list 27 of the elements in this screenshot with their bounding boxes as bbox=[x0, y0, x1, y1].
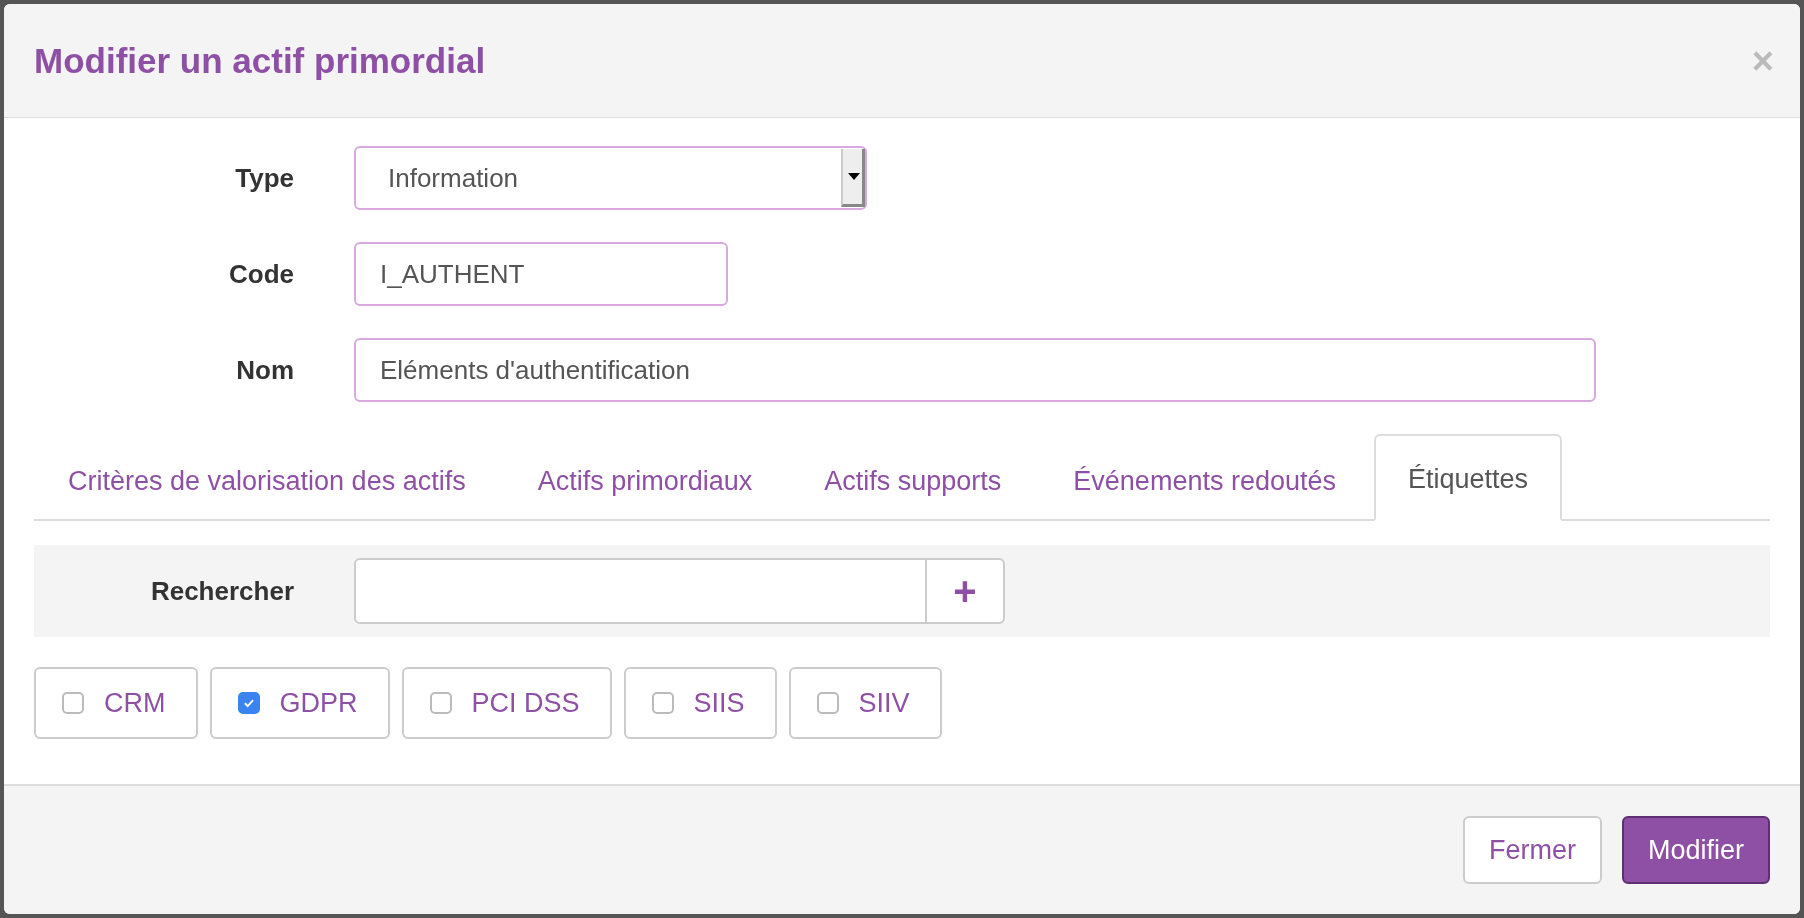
tab[interactable]: Actifs supports bbox=[790, 436, 1036, 521]
checkbox[interactable] bbox=[651, 692, 674, 714]
type-dropdown[interactable]: Information bbox=[354, 146, 867, 210]
tab[interactable]: Étiquettes bbox=[1374, 434, 1563, 521]
checkbox[interactable] bbox=[237, 692, 260, 714]
field-label: Nom bbox=[235, 354, 294, 386]
tab[interactable]: Actifs primordiaux bbox=[503, 436, 787, 521]
text-field[interactable]: Eléments d'authentification bbox=[354, 338, 1596, 402]
dialog-title: Modifier un actif primordial bbox=[34, 40, 486, 81]
checkbox[interactable] bbox=[816, 692, 839, 714]
add-button[interactable]: + bbox=[927, 558, 1005, 624]
tag-option[interactable]: SIIS bbox=[623, 667, 777, 739]
checkbox[interactable] bbox=[429, 692, 452, 714]
tag-option[interactable]: PCI DSS bbox=[401, 667, 612, 739]
field-label: Code bbox=[228, 258, 294, 290]
submit-button[interactable]: Modifier bbox=[1621, 816, 1770, 884]
search-field[interactable] bbox=[354, 558, 927, 624]
tag-option[interactable]: SIIV bbox=[788, 667, 942, 739]
tag-option[interactable]: GDPR bbox=[209, 667, 390, 739]
tab[interactable]: Critères de valorisation des actifs bbox=[34, 436, 500, 521]
field-label: Type bbox=[234, 162, 294, 194]
text-field[interactable]: I_AUTHENT bbox=[354, 242, 728, 306]
tag-option[interactable]: CRM bbox=[34, 667, 198, 739]
checkbox[interactable] bbox=[62, 692, 84, 714]
close-dialog-button[interactable]: Fermer bbox=[1462, 816, 1602, 884]
tab[interactable]: Événements redoutés bbox=[1039, 436, 1370, 521]
search-label: Rechercher bbox=[149, 575, 294, 607]
